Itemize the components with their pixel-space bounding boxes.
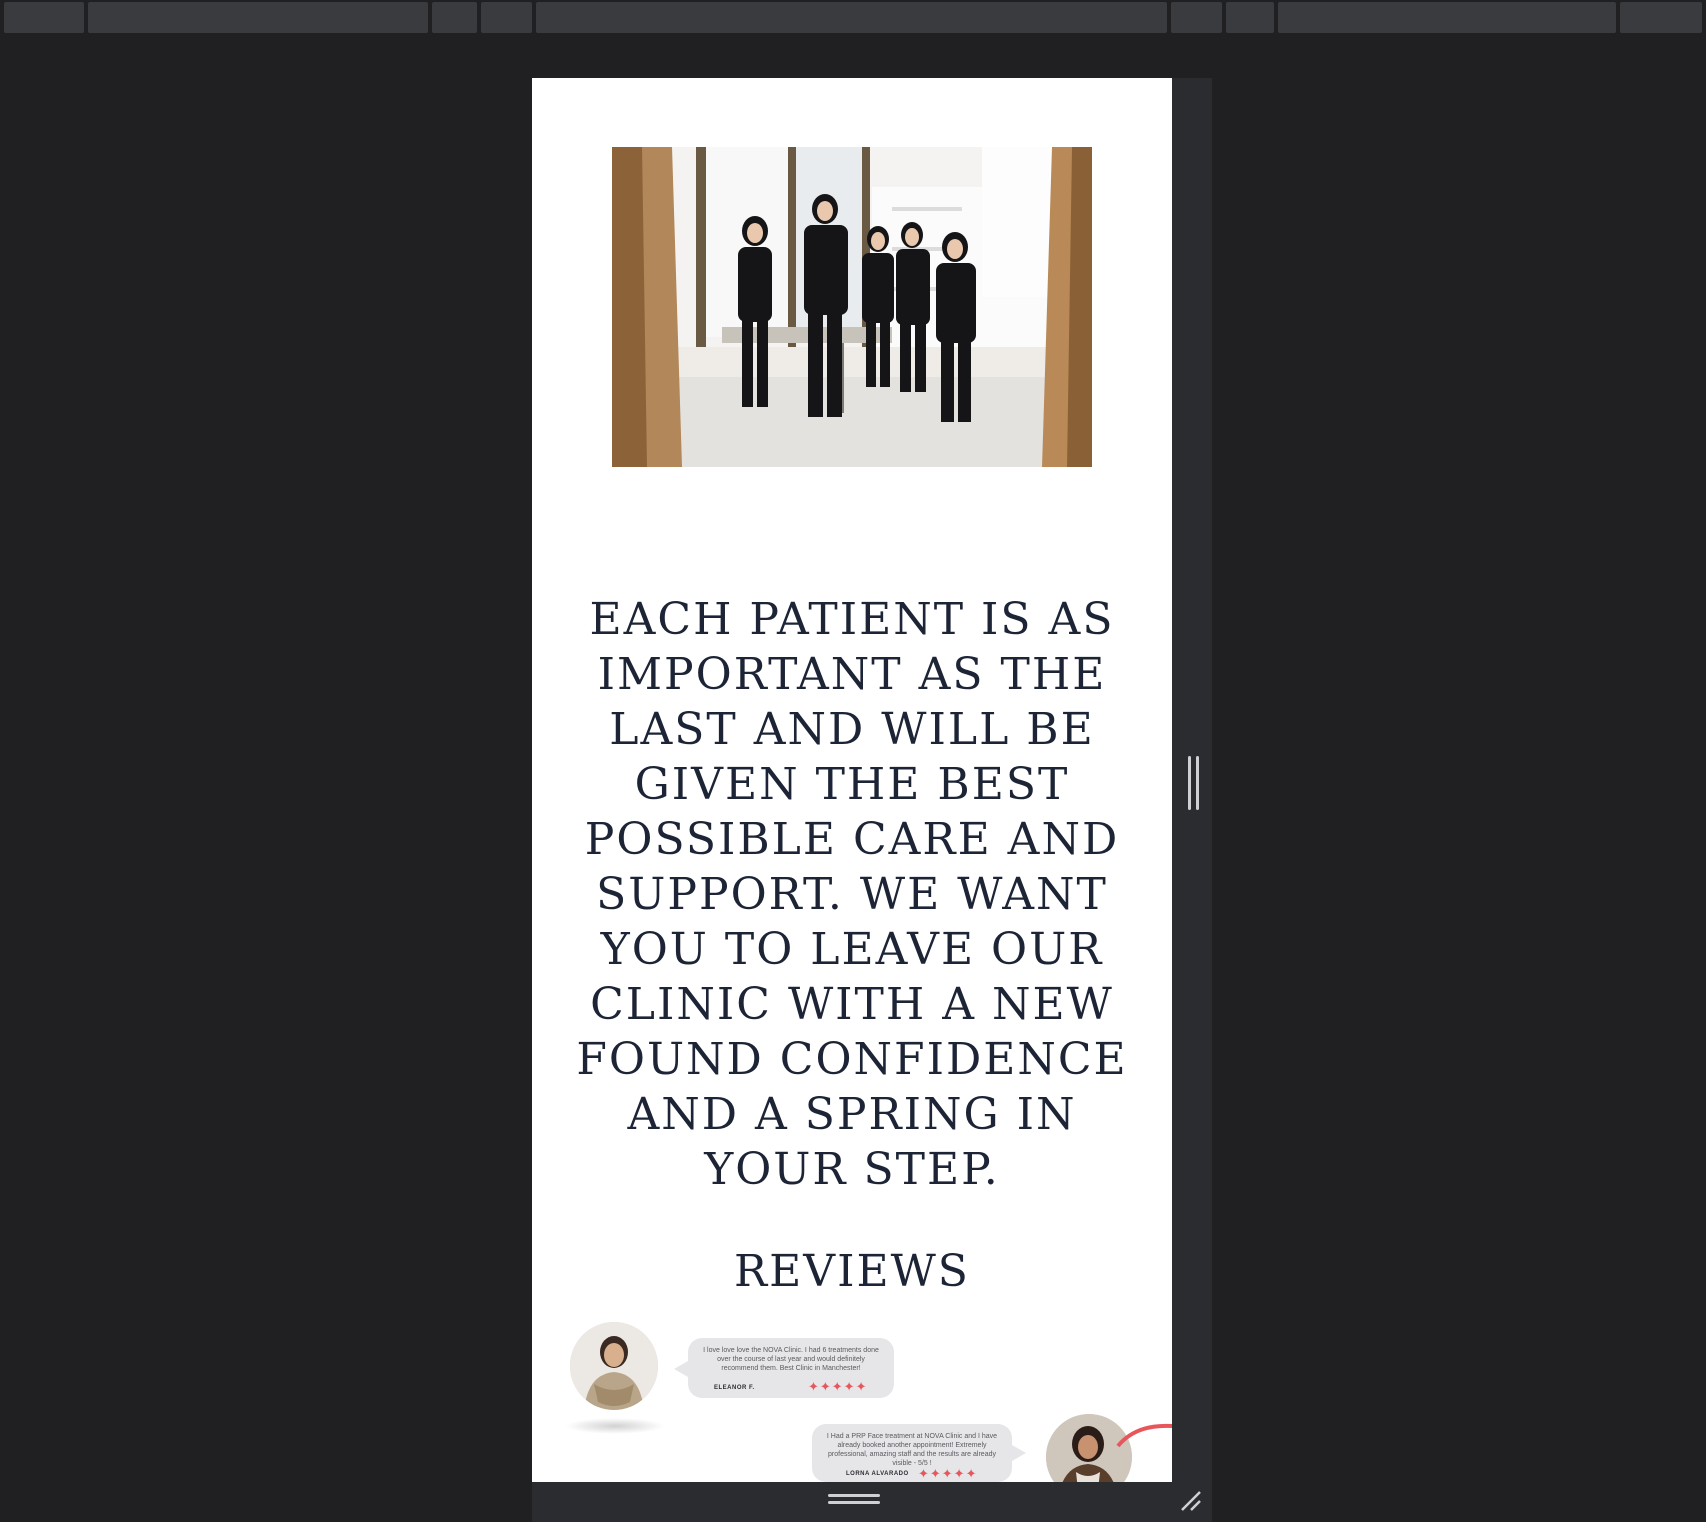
toolbar-segment[interactable] (1171, 2, 1222, 33)
reviewer-name: ELEANOR F. (714, 1385, 755, 1391)
resize-grip-icon[interactable] (1178, 1488, 1204, 1514)
rating-stars: ✦✦✦✦✦ (918, 1466, 978, 1481)
device-frame: EACH PATIENT IS AS IMPORTANT AS THE LAST… (532, 78, 1212, 1522)
team-photo-image (612, 147, 1092, 467)
toolbar-segment[interactable] (1226, 2, 1274, 33)
bubble-tail (674, 1361, 688, 1377)
toolbar-segment[interactable] (481, 2, 532, 33)
rating-stars: ✦✦✦✦✦ (808, 1379, 868, 1394)
mission-statement: EACH PATIENT IS AS IMPORTANT AS THE LAST… (576, 594, 1128, 1195)
reviewer-name: LORNA ALVARADO (846, 1471, 909, 1477)
bubble-tail (1012, 1445, 1026, 1461)
bottom-resize-handle[interactable] (828, 1494, 880, 1506)
page-viewport[interactable]: EACH PATIENT IS AS IMPORTANT AS THE LAST… (532, 78, 1172, 1482)
toolbar-segment[interactable] (88, 2, 428, 33)
reviewer-avatar (570, 1322, 658, 1410)
decorative-swoosh-icon (1116, 1423, 1172, 1448)
reviews-heading: REVIEWS (734, 1246, 970, 1297)
reviewer-avatar-image (570, 1322, 658, 1410)
toolbar-segment[interactable] (1278, 2, 1616, 33)
review-bubble: I love love love the NOVA Clinic. I had … (688, 1338, 894, 1398)
avatar-shadow (565, 1418, 665, 1434)
toolbar-segment[interactable] (536, 2, 1167, 33)
top-toolbar (0, 0, 1706, 36)
review-text: I love love love the NOVA Clinic. I had … (703, 1347, 879, 1372)
team-photo (612, 147, 1092, 467)
toolbar-segment[interactable] (1620, 2, 1702, 33)
side-resize-handle[interactable] (1188, 756, 1200, 810)
toolbar-segment[interactable] (432, 2, 477, 33)
review-bubble: I Had a PRP Face treatment at NOVA Clini… (812, 1424, 1012, 1482)
toolbar-segment[interactable] (4, 2, 84, 33)
review-text: I Had a PRP Face treatment at NOVA Clini… (826, 1433, 998, 1467)
